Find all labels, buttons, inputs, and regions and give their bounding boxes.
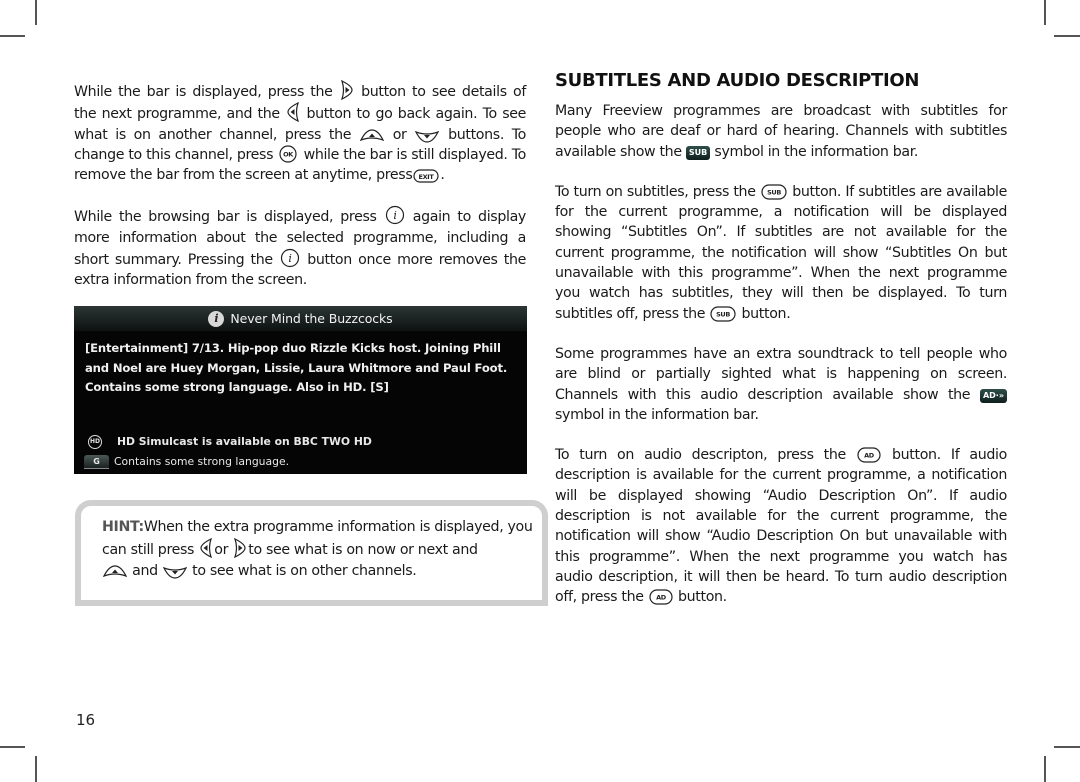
up-arrow-button-icon bbox=[103, 565, 127, 579]
down-arrow-button-icon bbox=[163, 565, 187, 579]
crop-mark bbox=[35, 0, 37, 25]
paragraph-subtitles-intro: Many Freeview programmes are broadcast w… bbox=[555, 103, 1007, 160]
svg-text:i: i bbox=[393, 209, 396, 222]
down-arrow-button-icon bbox=[415, 129, 440, 143]
left-column: While the bar is displayed, press the bu… bbox=[74, 80, 526, 291]
guidance-row: G Contains some strong language. bbox=[84, 452, 372, 472]
svg-text:AD: AD bbox=[656, 594, 667, 602]
paragraph-audio-description-on: To turn on audio descripton, press the A… bbox=[555, 447, 1007, 606]
ad-button-icon: AD bbox=[857, 447, 881, 463]
exit-button-icon: EXIT bbox=[413, 169, 439, 183]
svg-text:i: i bbox=[288, 252, 291, 265]
tv-panel-footer: HD HD Simulcast is available on BBC TWO … bbox=[84, 432, 372, 472]
info-button-icon: i bbox=[385, 205, 405, 225]
paragraph-browse-bar: While the bar is displayed, press the bu… bbox=[74, 80, 526, 185]
hd-icon: HD bbox=[88, 435, 102, 449]
crop-mark bbox=[35, 756, 37, 782]
svg-text:SUB: SUB bbox=[767, 188, 781, 196]
crop-mark bbox=[1054, 746, 1080, 748]
guidance-badge: G bbox=[84, 455, 109, 469]
svg-text:EXIT: EXIT bbox=[419, 173, 435, 181]
crop-mark bbox=[1044, 756, 1046, 782]
hint-label: HINT: bbox=[102, 519, 144, 535]
crop-mark bbox=[1044, 0, 1046, 25]
up-arrow-button-icon bbox=[359, 128, 384, 143]
right-arrow-button-icon bbox=[340, 80, 354, 100]
ok-button-icon: OK bbox=[278, 145, 298, 163]
audio-description-symbol-icon: AD·» bbox=[979, 388, 1007, 403]
right-arrow-button-icon bbox=[233, 538, 247, 558]
subtitles-symbol-icon: SUB bbox=[685, 145, 711, 160]
section-heading: SUBTITLES AND AUDIO DESCRIPTION bbox=[555, 70, 920, 91]
paragraph-subtitles-on: To turn on subtitles, press the SUB butt… bbox=[555, 183, 1007, 322]
svg-text:SUB: SUB bbox=[716, 310, 730, 318]
guidance-text: Contains some strong language. bbox=[114, 455, 290, 468]
left-arrow-button-icon bbox=[286, 102, 300, 123]
info-icon: i bbox=[208, 310, 225, 327]
sub-button-icon: SUB bbox=[761, 184, 787, 200]
info-button-icon: i bbox=[280, 248, 300, 268]
hd-simulcast-text: HD Simulcast is available on BBC TWO HD bbox=[117, 435, 372, 448]
hd-simulcast-row: HD HD Simulcast is available on BBC TWO … bbox=[88, 432, 372, 452]
crop-mark bbox=[0, 35, 25, 37]
paragraph-info-button: While the browsing bar is displayed, pre… bbox=[74, 205, 526, 290]
svg-text:OK: OK bbox=[283, 150, 294, 158]
paragraph-audio-description-intro: Some programmes have an extra soundtrack… bbox=[555, 345, 1007, 423]
hint-box: HINT:When the extra programme informatio… bbox=[75, 500, 548, 606]
tv-panel-title-bar: i Never Mind the Buzzcocks bbox=[74, 306, 527, 331]
sub-button-icon: SUB bbox=[710, 306, 736, 322]
programme-description: [Entertainment] 7/13. Hip-pop duo Rizzle… bbox=[85, 341, 508, 394]
svg-text:AD: AD bbox=[864, 452, 875, 460]
right-column: Many Freeview programmes are broadcast w… bbox=[555, 101, 1007, 608]
tv-programme-info-screenshot: i Never Mind the Buzzcocks [Entertainmen… bbox=[74, 306, 527, 474]
crop-mark bbox=[1054, 35, 1080, 37]
left-arrow-button-icon bbox=[199, 538, 213, 558]
programme-title: Never Mind the Buzzcocks bbox=[230, 311, 393, 326]
ad-button-icon: AD bbox=[649, 589, 673, 605]
page-number: 16 bbox=[76, 711, 96, 729]
crop-mark bbox=[0, 746, 25, 748]
